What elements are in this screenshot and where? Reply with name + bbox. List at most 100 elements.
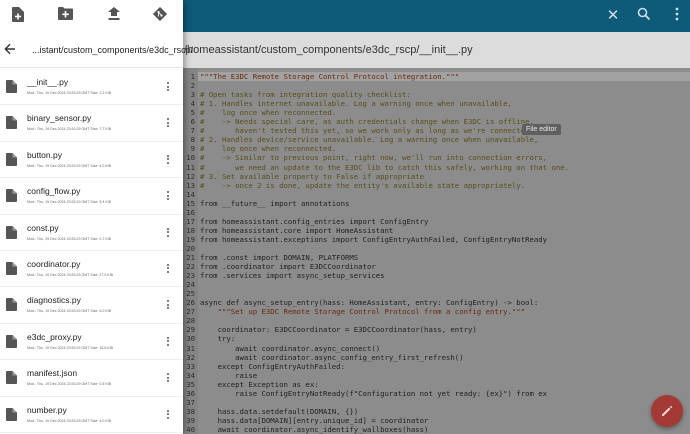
file-menu-icon[interactable]	[165, 81, 171, 93]
code-line[interactable]: 16	[183, 208, 200, 217]
file-menu-icon[interactable]	[165, 372, 171, 384]
file-list-item[interactable]: number.py Mod.: Thu, 19 Dec 2024 23:53:29…	[0, 397, 183, 433]
back-arrow-icon[interactable]	[4, 42, 18, 56]
code-line[interactable]: 2	[183, 81, 200, 90]
file-icon	[6, 371, 17, 385]
line-text: except Exception as ex:	[200, 379, 319, 389]
code-line[interactable]: 9 # log once when reconnected.	[183, 144, 337, 154]
line-number: 26	[186, 298, 195, 308]
code-line[interactable]: 38 hass.data.setdefault(DOMAIN, {})	[183, 407, 358, 416]
code-line[interactable]: 10 # -> Similar to previous point, right …	[183, 153, 547, 162]
code-line[interactable]: 22 from .coordinator import E3DCCoordinat…	[183, 262, 376, 271]
code-line[interactable]: 3 # Open tasks from integration quality c…	[183, 90, 411, 99]
code-line[interactable]: 37	[183, 398, 200, 407]
file-meta: Mod.: Thu, 19 Dec 2024 23:53:29 GMT Size…	[27, 345, 113, 350]
code-line[interactable]: 36 raise ConfigEntryNotReady(f"Configura…	[183, 389, 547, 398]
code-line[interactable]: 39 hass.data[DOMAIN][entry.unique_id] = …	[183, 416, 428, 425]
file-name: coordinator.py	[27, 258, 81, 269]
line-number: 1	[190, 72, 195, 81]
file-meta: Mod.: Thu, 19 Dec 2024 23:53:29 GMT Size…	[27, 163, 111, 168]
code-line[interactable]: 31 await coordinator.async_connect()	[183, 344, 380, 353]
code-line[interactable]: 13 # -> once 2 is done, update the entity…	[183, 181, 525, 190]
file-menu-icon[interactable]	[165, 409, 171, 421]
file-list-item[interactable]: coordinator.py Mod.: Thu, 19 Dec 2024 23:…	[0, 251, 183, 288]
code-line[interactable]: 25	[183, 289, 200, 298]
code-line[interactable]: 20	[183, 244, 200, 253]
line-number: 25	[186, 289, 195, 299]
file-list: __init__.py Mod.: Thu, 19 Dec 2024 23:53:…	[0, 69, 183, 433]
code-line[interactable]: 23 from .services import async_setup_serv…	[183, 271, 384, 280]
line-number: 7	[190, 126, 195, 136]
code-line[interactable]: 29 coordinator: E3DCCoordinator = E3DCCo…	[183, 325, 477, 334]
code-line[interactable]: 15 from __future__ import annotations	[183, 199, 349, 208]
code-line[interactable]: 35 except Exception as ex:	[183, 379, 319, 389]
code-line[interactable]: 34 raise	[183, 371, 257, 380]
file-menu-icon[interactable]	[165, 154, 171, 166]
line-number: 9	[190, 144, 195, 154]
line-number: 4	[190, 99, 195, 109]
code-line[interactable]: 17 from homeassistant.config_entries impo…	[183, 217, 428, 226]
line-number: 35	[186, 379, 195, 389]
file-meta: Mod.: Thu, 19 Dec 2024 23:53:29 GMT Size…	[27, 418, 111, 423]
code-line[interactable]: 6 # -> Needs special care, as auth creden…	[183, 117, 534, 126]
line-number: 5	[190, 108, 195, 118]
line-text: raise ConfigEntryNotReady(f"Configuratio…	[200, 388, 548, 398]
line-number: 2	[190, 81, 195, 91]
line-number: 31	[186, 343, 195, 353]
search-icon[interactable]	[635, 7, 653, 25]
file-icon	[6, 189, 17, 203]
file-list-item[interactable]: diagnostics.py Mod.: Thu, 19 Dec 2024 23:…	[0, 287, 183, 324]
code-line[interactable]: 14	[183, 190, 200, 199]
file-menu-icon[interactable]	[165, 227, 171, 239]
code-line[interactable]: 8 # 2. Handles device/service unavailable…	[183, 135, 539, 144]
upload-icon[interactable]	[108, 7, 124, 25]
line-number: 27	[186, 307, 195, 317]
file-plus-icon[interactable]	[12, 7, 28, 25]
file-menu-icon[interactable]	[165, 117, 171, 129]
line-number: 28	[186, 316, 195, 326]
edit-fab-button[interactable]	[651, 395, 683, 427]
line-text: # -> once 2 is done, update the entity's…	[200, 180, 526, 190]
code-line[interactable]: 40 await coordinator.async_identify_wall…	[183, 425, 428, 434]
file-list-item[interactable]: manifest.json Mod.: Thu, 19 Dec 2024 23:5…	[0, 360, 183, 397]
current-folder-path: ...istant/custom_components/e3dc_rscp/	[32, 45, 194, 55]
code-line[interactable]: 26 async def async_setup_entry(hass: Home…	[183, 298, 538, 307]
line-number: 37	[186, 397, 195, 407]
code-line[interactable]: 21 from .const import DOMAIN, PLATFORMS	[183, 253, 358, 262]
code-line[interactable]: 30 try:	[183, 334, 235, 343]
code-line[interactable]: 12 # 3. Set available property to False i…	[183, 172, 424, 181]
code-line[interactable]: 27 """Set up E3DC Remote Storage Control…	[183, 307, 525, 316]
code-line[interactable]: 7 # haven't tested this yet, so we work o…	[183, 126, 534, 135]
file-list-item[interactable]: config_flow.py Mod.: Thu, 19 Dec 2024 23:…	[0, 178, 183, 215]
file-list-item[interactable]: button.py Mod.: Thu, 19 Dec 2024 23:53:29…	[0, 142, 183, 179]
file-menu-icon[interactable]	[165, 336, 171, 348]
file-list-item[interactable]: const.py Mod.: Thu, 19 Dec 2024 23:53:29 …	[0, 215, 183, 251]
file-list-item[interactable]: binary_sensor.py Mod.: Thu, 19 Dec 2024 2…	[0, 105, 183, 142]
code-line[interactable]: 33 except ConfigEntryAuthFailed:	[183, 362, 345, 371]
code-line[interactable]: 19 from homeassistant.exceptions import C…	[183, 235, 547, 244]
file-menu-icon[interactable]	[165, 299, 171, 311]
code-line[interactable]: 24	[183, 280, 200, 289]
code-line[interactable]: 18 from homeassistant.core import HomeAss…	[183, 226, 393, 235]
folder-plus-icon[interactable]	[58, 7, 74, 25]
line-number: 30	[186, 334, 195, 344]
close-icon[interactable]: ✕	[604, 7, 622, 25]
file-menu-icon[interactable]	[165, 263, 171, 275]
code-line[interactable]: 4 # 1. Handles internet unavailable. Log …	[183, 99, 512, 108]
code-line[interactable]: 28	[183, 316, 200, 325]
file-list-item[interactable]: e3dc_proxy.py Mod.: Thu, 19 Dec 2024 23:5…	[0, 324, 183, 361]
code-line[interactable]: 11 # we need an update to the E3DC lib to…	[183, 163, 569, 172]
git-icon[interactable]	[152, 6, 169, 25]
line-text: # -> Similar to previous point, right no…	[200, 153, 548, 163]
file-list-item[interactable]: __init__.py Mod.: Thu, 19 Dec 2024 23:53:…	[0, 69, 183, 106]
code-line[interactable]: 32 await coordinator.async_config_entry_…	[183, 353, 463, 362]
line-number: 34	[186, 370, 195, 380]
file-browser-drawer: ...istant/custom_components/e3dc_rscp/ _…	[0, 0, 193, 434]
code-line[interactable]: 1 """The E3DC Remote Storage Control Prot…	[183, 72, 460, 81]
menu-dots-icon[interactable]	[668, 7, 686, 25]
file-menu-icon[interactable]	[165, 190, 171, 202]
line-text: from homeassistant.exceptions import Con…	[200, 234, 548, 244]
file-icon	[6, 152, 17, 166]
line-text: # 1. Handles internet unavailable. Log a…	[200, 99, 512, 109]
code-line[interactable]: 5 # log once when reconnected.	[183, 108, 337, 118]
